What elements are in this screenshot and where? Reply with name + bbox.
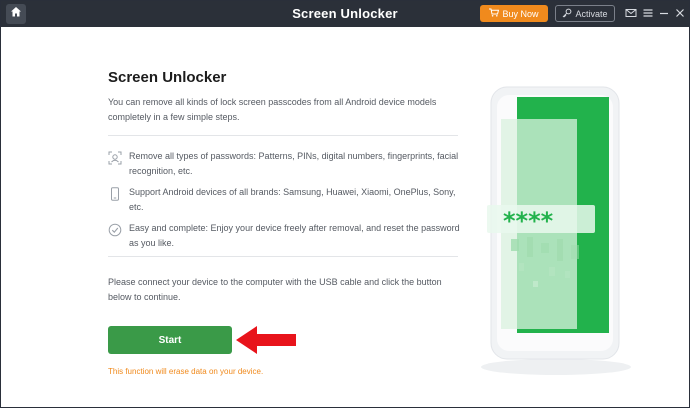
page-title: Screen Unlocker: [108, 69, 227, 86]
divider: [108, 135, 458, 136]
key-icon: [562, 8, 572, 20]
title-bar: Screen Unlocker Buy Now Activate: [1, 1, 689, 27]
feature-text: Easy and complete: Enjoy your device fre…: [129, 223, 460, 248]
phone-illustration: ****: [461, 67, 641, 387]
minimize-icon[interactable]: [657, 6, 671, 20]
check-circle-icon: [108, 223, 122, 237]
face-scan-icon: [108, 151, 122, 165]
erase-warning: This function will erase data on your de…: [108, 367, 264, 376]
home-icon: [10, 5, 22, 23]
connect-instructions: Please connect your device to the comput…: [108, 277, 442, 302]
close-icon[interactable]: [673, 6, 687, 20]
feature-text: Remove all types of passwords: Patterns,…: [129, 151, 459, 176]
page-description: You can remove all kinds of lock screen …: [108, 97, 437, 122]
buy-now-label: Buy Now: [502, 8, 539, 19]
cart-icon: [489, 8, 500, 19]
feature-text: Support Android devices of all brands: S…: [129, 187, 456, 212]
home-button[interactable]: [6, 4, 26, 24]
main-content: Screen Unlocker You can remove all kinds…: [1, 27, 689, 407]
start-button[interactable]: Start: [108, 326, 232, 354]
red-arrow-annotation: [236, 326, 296, 354]
phone-icon: [108, 187, 122, 201]
divider: [108, 256, 458, 257]
activate-label: Activate: [575, 8, 608, 19]
buy-now-button[interactable]: Buy Now: [480, 5, 548, 22]
menu-icon[interactable]: [641, 6, 655, 20]
activate-button[interactable]: Activate: [555, 5, 615, 22]
mail-icon[interactable]: [624, 6, 638, 20]
app-window: Screen Unlocker Buy Now Activate Screen …: [0, 0, 690, 408]
password-mask: ****: [503, 207, 554, 235]
